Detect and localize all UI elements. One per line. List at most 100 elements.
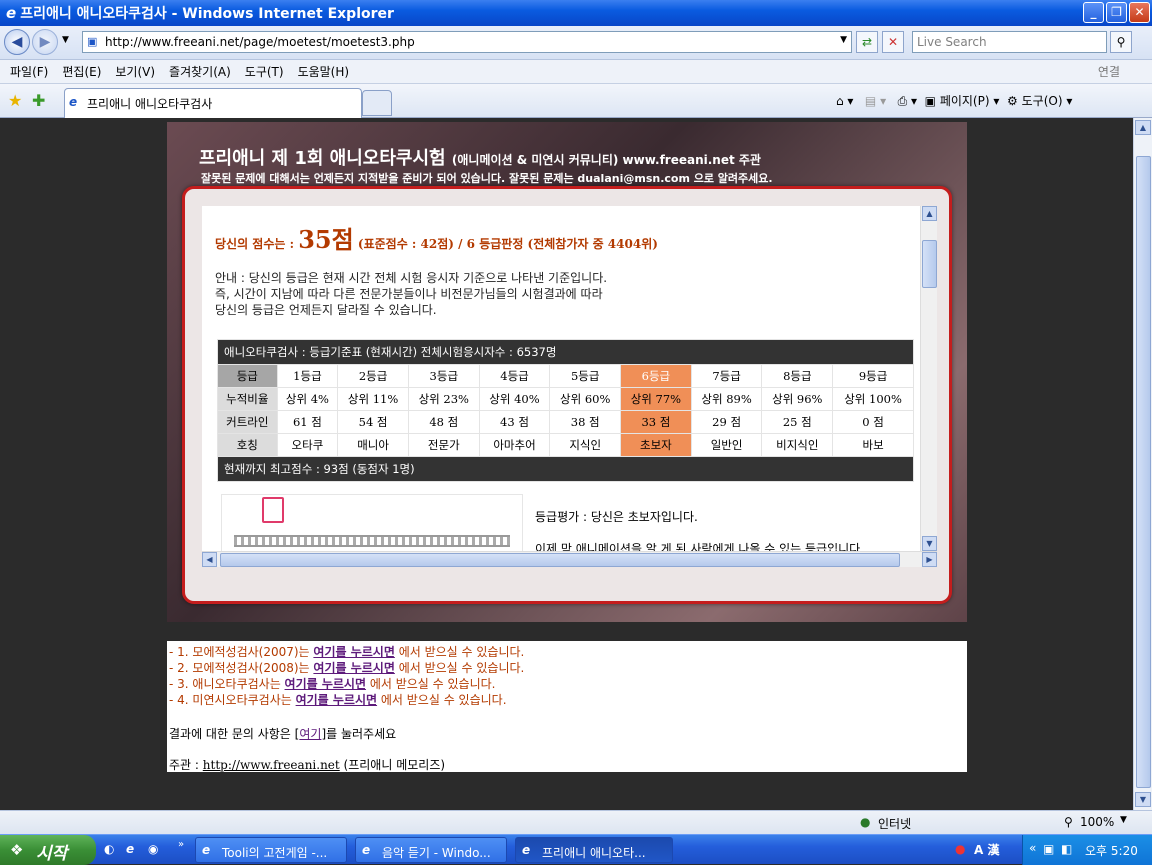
refresh-button[interactable]: ⇄ [856, 31, 878, 53]
language-bar-icon[interactable]: ● [955, 842, 965, 856]
scroll-thumb[interactable] [220, 553, 900, 567]
table-cell: 일반인 [690, 433, 763, 457]
seal-icon [262, 497, 284, 523]
search-icon[interactable]: ⚲ [1110, 31, 1132, 53]
menu-help[interactable]: 도움말(H) [298, 63, 350, 80]
stop-button[interactable]: ✕ [882, 31, 904, 53]
contact-link[interactable]: 여기 [299, 727, 321, 741]
zoom-icon[interactable]: ⚲ [1064, 815, 1073, 829]
menu-file[interactable]: 파일(F) [10, 63, 48, 80]
table-cell: 상위 60% [549, 387, 622, 411]
taskbar-item-1[interactable]: e Tooli의 고전게임 -... [195, 837, 347, 863]
table-cell: 상위 40% [478, 387, 551, 411]
back-button[interactable]: ◀ [4, 29, 30, 55]
frame-vertical-scrollbar[interactable]: ▲ ▼ [920, 206, 937, 551]
row-header: 호칭 [217, 433, 278, 457]
table-cell: 7등급 [690, 364, 763, 388]
ie-icon: e [69, 95, 78, 109]
link-line-4: - 4. 미연시오타쿠검사는 여기를 누르시면 에서 받으실 수 있습니다. [169, 693, 507, 707]
ie-icon: e [6, 4, 17, 22]
download-link-4[interactable]: 여기를 누르시면 [296, 693, 377, 707]
forward-button[interactable]: ▶ [32, 29, 58, 55]
tab-active[interactable]: e 프리애니 애니오타쿠검사 [64, 88, 362, 118]
page-menu-button[interactable]: ▣ 페이지(P) ▾ [925, 94, 1000, 108]
scroll-thumb[interactable] [922, 240, 937, 288]
history-dropdown-icon[interactable]: ▼ [62, 35, 69, 45]
taskbar-item-3[interactable]: e 프리애니 애니오타... [515, 837, 673, 863]
maximize-button[interactable]: ❐ [1106, 2, 1127, 23]
row-header: 등급 [217, 364, 278, 388]
address-dropdown-icon[interactable]: ▼ [840, 35, 847, 45]
table-cell: 상위 100% [832, 387, 914, 411]
table-cell: 43 점 [478, 410, 551, 434]
table-cell: 상위 23% [407, 387, 480, 411]
input-mode-icon[interactable]: A 漢 [974, 841, 999, 858]
scroll-right-icon[interactable]: ▶ [922, 552, 937, 567]
table-cell: 상위 11% [337, 387, 409, 411]
volume-icon[interactable]: ◧ [1061, 842, 1072, 856]
tools-menu-button[interactable]: ⚙ 도구(O) ▾ [1007, 94, 1072, 108]
close-button[interactable]: ✕ [1129, 2, 1150, 23]
home-icon[interactable]: ⌂ ▾ [836, 94, 853, 108]
table-cell: 25 점 [761, 410, 834, 434]
window-title-bar[interactable]: e 프리애니 애니오타쿠검사 - Windows Internet Explor… [0, 0, 1152, 26]
result-frame: 당신의 점수는 : 35점 (표준점수 : 42점) / 6 등급판정 (전체참… [202, 206, 937, 551]
start-button[interactable]: ❖ 시작 [0, 835, 96, 865]
menu-favorites[interactable]: 즐겨찾기(A) [169, 63, 231, 80]
network-icon[interactable]: ▣ [1043, 842, 1054, 856]
quick-launch-icon[interactable]: ◐ [104, 842, 114, 856]
tray-expand-icon[interactable]: « [1029, 841, 1036, 855]
score-line: 당신의 점수는 : 35점 (표준점수 : 42점) / 6 등급판정 (전체참… [215, 225, 658, 254]
taskbar-item-2[interactable]: e 음악 듣기 - Windo... [355, 837, 507, 863]
scroll-up-icon[interactable]: ▲ [922, 206, 937, 221]
add-favorites-icon[interactable]: ✚ [32, 91, 45, 110]
globe-icon: ● [860, 815, 871, 829]
favorites-star-icon[interactable]: ★ [8, 91, 22, 110]
download-link-2[interactable]: 여기를 누르시면 [313, 661, 394, 675]
menu-links[interactable]: 연결 [1098, 63, 1120, 80]
zoom-dropdown-icon[interactable]: ▼ [1120, 815, 1127, 825]
scroll-up-icon[interactable]: ▲ [1135, 120, 1151, 135]
address-input[interactable]: ▣ http://www.freeani.net/page/moetest/mo… [82, 31, 852, 53]
scroll-down-icon[interactable]: ▼ [1135, 792, 1151, 807]
zoom-level[interactable]: 100% [1080, 815, 1114, 829]
table-cell: 오타쿠 [276, 433, 339, 457]
download-link-1[interactable]: 여기를 누르시면 [313, 645, 394, 659]
table-cell: 전문가 [407, 433, 480, 457]
download-link-3[interactable]: 여기를 누르시면 [285, 677, 366, 691]
clock[interactable]: 오후 5:20 [1085, 842, 1138, 859]
menu-edit[interactable]: 편집(E) [62, 63, 101, 80]
ie-icon: e [362, 843, 371, 857]
page-icon: ▣ [87, 35, 98, 48]
quick-launch-expand-icon[interactable]: » [178, 839, 184, 850]
table-cell: 비지식인 [761, 433, 834, 457]
minimize-button[interactable]: _ [1083, 2, 1104, 23]
menu-tools[interactable]: 도구(T) [245, 63, 284, 80]
header-banner: 프리애니 제 1회 애니오타쿠시험 (애니메이션 & 미연시 커뮤니티) www… [167, 122, 967, 622]
new-tab-button[interactable] [362, 90, 392, 116]
frame-horizontal-scrollbar[interactable]: ◀ ▶ [202, 551, 937, 567]
table-cell: 6등급 [620, 364, 692, 388]
page-vertical-scrollbar[interactable]: ▲ ▼ [1133, 118, 1152, 810]
search-input[interactable]: Live Search [912, 31, 1107, 53]
table-row: 커트라인 61 점 54 점 48 점 43 점 38 점 33 점 29 점 25 점0 점 [217, 410, 914, 434]
media-player-icon[interactable]: ◉ [148, 842, 158, 856]
menu-view[interactable]: 보기(V) [115, 63, 155, 80]
scroll-thumb[interactable] [1136, 156, 1151, 788]
table-cell: 1등급 [276, 364, 339, 388]
scroll-down-icon[interactable]: ▼ [922, 536, 937, 551]
host-link[interactable]: http://www.freeani.net [203, 758, 340, 772]
ie-icon[interactable]: e [126, 842, 134, 856]
header-note: 잘못된 문제에 대해서는 언제든지 지적받을 준비가 되어 있습니다. 잘못된 … [201, 172, 773, 185]
print-icon[interactable]: ⎙ ▾ [898, 94, 917, 108]
link-line-2: - 2. 모에적성검사(2008)는 여기를 누르시면 에서 받으실 수 있습니… [169, 661, 525, 675]
result-image [221, 494, 523, 551]
feeds-icon[interactable]: ▤ ▾ [865, 94, 886, 108]
row-header: 커트라인 [217, 410, 278, 434]
table-footer: 현재까지 최고점수 : 93점 (동점자 1명) [217, 456, 914, 482]
ie-icon: e [202, 843, 211, 857]
links-section: - 1. 모에적성검사(2007)는 여기를 누르시면 에서 받으실 수 있습니… [167, 641, 967, 772]
table-cell: 지식인 [549, 433, 622, 457]
table-title: 애니오타쿠검사 : 등급기준표 (현재시간) 전체시험응시자수 : 6537명 [217, 339, 914, 365]
scroll-left-icon[interactable]: ◀ [202, 552, 217, 567]
